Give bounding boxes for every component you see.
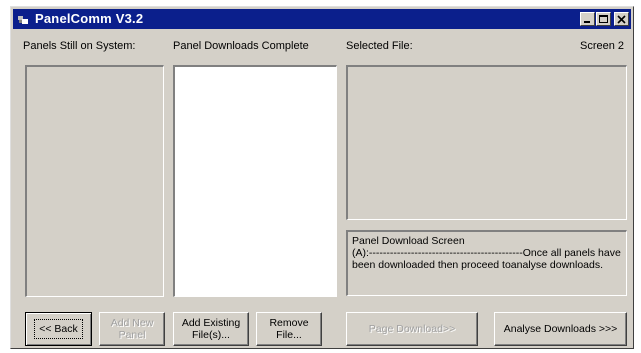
page-download-button[interactable]: Page Download>> bbox=[346, 312, 478, 346]
analyse-downloads-label: Analyse Downloads >>> bbox=[503, 323, 618, 335]
app-icon bbox=[17, 14, 29, 25]
analyse-downloads-button[interactable]: Analyse Downloads >>> bbox=[494, 312, 627, 346]
close-icon bbox=[617, 15, 626, 24]
maximize-button[interactable] bbox=[596, 12, 611, 26]
panels-on-system-label: Panels Still on System: bbox=[23, 40, 136, 52]
title-bar[interactable]: PanelComm V3.2 bbox=[13, 9, 631, 29]
status-line-2: (A):------------------------------------… bbox=[352, 247, 621, 259]
add-new-panel-label: Add New Panel bbox=[110, 317, 154, 341]
downloads-complete-label: Panel Downloads Complete bbox=[173, 40, 309, 52]
status-message: Panel Download Screen (A):--------------… bbox=[352, 235, 622, 271]
remove-file-button[interactable]: Remove File... bbox=[256, 312, 322, 346]
window-title: PanelComm V3.2 bbox=[35, 11, 144, 26]
close-button[interactable] bbox=[614, 12, 629, 26]
maximize-icon bbox=[599, 15, 608, 23]
status-line-3: been downloaded then proceed toanalyse d… bbox=[352, 259, 604, 271]
status-message-box: Panel Download Screen (A):--------------… bbox=[346, 230, 627, 296]
remove-file-label: Remove File... bbox=[269, 317, 309, 341]
add-existing-files-label: Add Existing File(s)... bbox=[181, 317, 241, 341]
main-window: PanelComm V3.2 Panels Still on System: P… bbox=[10, 6, 634, 349]
minimize-icon bbox=[584, 21, 590, 23]
selected-file-label: Selected File: bbox=[346, 40, 413, 52]
add-existing-files-button[interactable]: Add Existing File(s)... bbox=[173, 312, 249, 346]
add-new-panel-button[interactable]: Add New Panel bbox=[99, 312, 165, 346]
minimize-button[interactable] bbox=[580, 12, 595, 26]
back-button-label: << Back bbox=[39, 323, 78, 335]
panels-on-system-list[interactable] bbox=[25, 65, 164, 297]
selected-file-preview[interactable] bbox=[346, 65, 627, 220]
back-button[interactable]: << Back bbox=[25, 312, 92, 346]
status-line-1: Panel Download Screen bbox=[352, 235, 465, 247]
downloads-complete-list[interactable] bbox=[173, 65, 337, 297]
screen-label: Screen 2 bbox=[580, 40, 625, 52]
page-download-label: Page Download>> bbox=[368, 323, 456, 335]
